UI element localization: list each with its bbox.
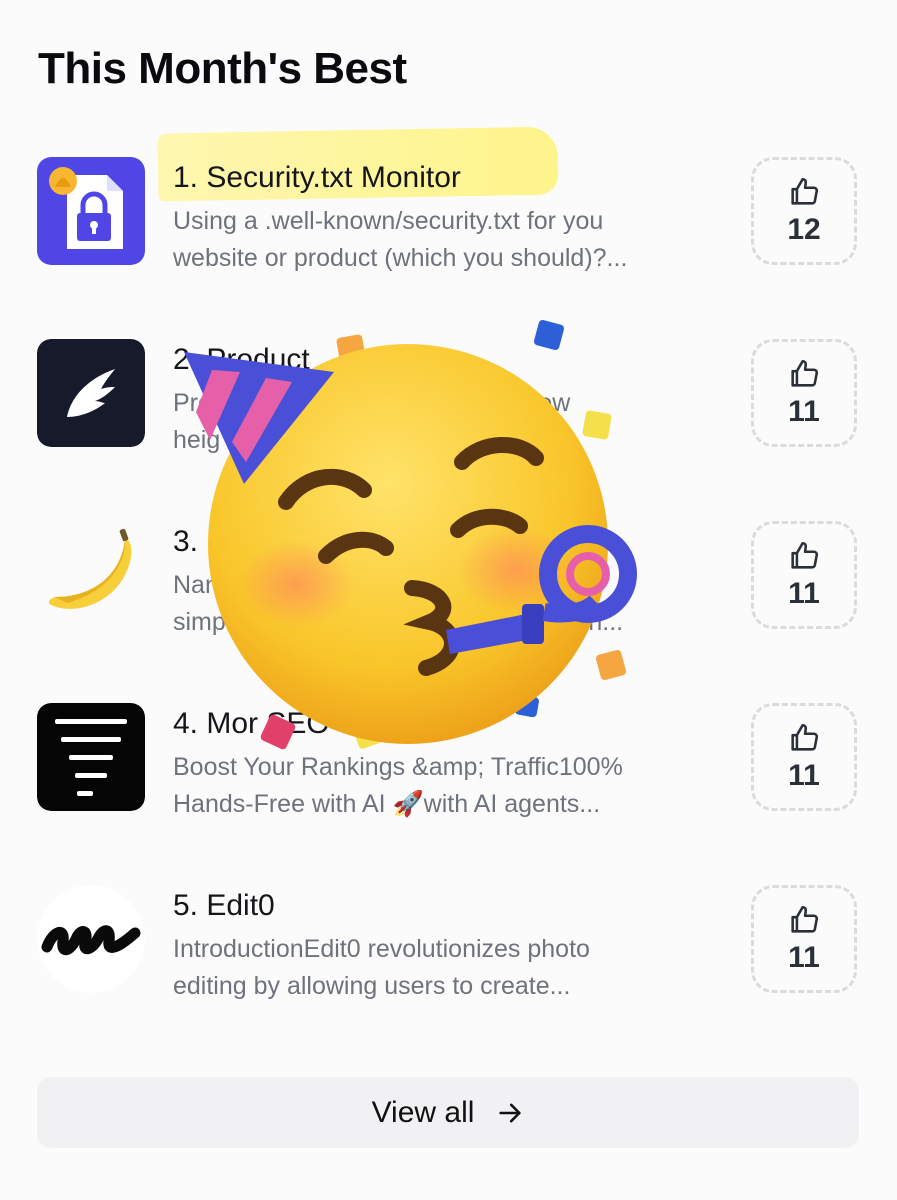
item-description: Using a .well-known/security.txt for you… — [173, 203, 733, 277]
vote-count: 11 — [788, 759, 820, 792]
item-description-line: simple l editin... — [173, 608, 624, 636]
edit0-logo — [37, 885, 145, 993]
item-title[interactable]: 2. Product — [173, 343, 310, 377]
item-description-line: website or product (which you should)?..… — [173, 244, 628, 272]
thumbs-up-icon — [791, 723, 819, 751]
thumbs-up-icon — [791, 905, 819, 933]
list-item[interactable]: 5. Edit0 IntroductionEdit0 revolutionize… — [0, 885, 897, 1015]
item-description-line: IntroductionEdit0 revolutionizes photo — [173, 935, 590, 963]
item-description-line: Boost Your Rankings &amp; Traffic100% — [173, 753, 623, 781]
item-description: Boost Your Rankings &amp; Traffic100% Ha… — [173, 749, 733, 823]
item-description-line: Pro new — [173, 389, 571, 417]
item-description-line: Nanc ing — [173, 571, 585, 599]
item-description: Pro new heig e... — [173, 385, 733, 459]
arrow-right-icon — [499, 1103, 522, 1122]
upvote-button[interactable]: 11 — [751, 521, 857, 629]
list-item[interactable]: 3. N Nanc ing simple l editin... 11 — [0, 521, 897, 651]
thumbs-up-icon — [791, 541, 819, 569]
wing-logo — [37, 339, 145, 447]
list-item[interactable]: 1. Security.txt Monitor Using a .well-kn… — [0, 157, 897, 287]
upvote-button[interactable]: 11 — [751, 339, 857, 447]
item-description: IntroductionEdit0 revolutionizes photo e… — [173, 931, 733, 1005]
thumbs-up-icon — [791, 359, 819, 387]
list-item[interactable]: 2. Product Pro new heig e... 11 — [0, 339, 897, 469]
upvote-button[interactable]: 11 — [751, 703, 857, 811]
vote-count: 11 — [788, 395, 820, 428]
list-item[interactable]: 4. Mor SEO Boost Your Rankings &amp; Tra… — [0, 703, 897, 833]
item-title[interactable]: 1. Security.txt Monitor — [173, 161, 461, 195]
item-description: Nanc ing simple l editin... — [173, 567, 733, 641]
vote-count: 12 — [787, 213, 821, 246]
vote-count: 11 — [788, 941, 820, 974]
item-description-line: heig e... — [173, 426, 575, 454]
item-title[interactable]: 5. Edit0 — [173, 889, 275, 923]
view-all-button[interactable]: View all — [37, 1077, 859, 1148]
banana-logo — [37, 521, 145, 629]
item-description-line: Hands-Free with AI 🚀with AI agents... — [173, 790, 601, 818]
page: This Month's Best 1. Security.txt Monito… — [0, 0, 897, 1200]
item-title[interactable]: 3. N — [173, 525, 228, 559]
vote-count: 11 — [788, 577, 820, 610]
item-description-line: Using a .well-known/security.txt for you — [173, 207, 604, 235]
upvote-button[interactable]: 11 — [751, 885, 857, 993]
item-description-line: editing by allowing users to create... — [173, 972, 571, 1000]
upvote-button[interactable]: 12 — [751, 157, 857, 265]
morseo-logo — [37, 703, 145, 811]
view-all-label: View all — [371, 1095, 475, 1129]
item-title[interactable]: 4. Mor SEO — [173, 707, 330, 741]
security-txt-logo — [37, 157, 145, 265]
section-title: This Month's Best — [38, 44, 407, 93]
thumbs-up-icon — [791, 177, 819, 205]
